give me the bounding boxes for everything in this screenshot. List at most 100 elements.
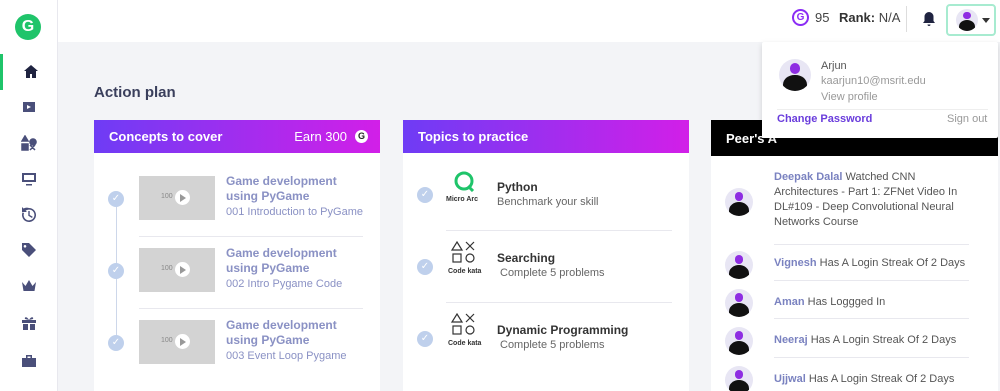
peer-name-link[interactable]: Ujjwal <box>774 373 806 385</box>
divider <box>777 109 988 110</box>
divider <box>774 357 969 358</box>
divider <box>774 318 969 319</box>
video-thumbnail[interactable]: 100 <box>139 176 215 220</box>
play-icon <box>175 334 190 349</box>
rank-value: N/A <box>878 10 901 25</box>
concepts-header: Concepts to cover Earn 300 G <box>94 120 380 153</box>
sidebar-item-videos[interactable] <box>0 89 58 125</box>
topic-subtitle: Complete 5 problems <box>500 339 605 351</box>
avatar <box>725 366 753 391</box>
micro-arc-icon <box>454 171 475 192</box>
check-icon: ✓ <box>417 259 433 275</box>
top-bar: G 95 Rank: N/A <box>58 0 1000 42</box>
topic-title[interactable]: Dynamic Programming <box>497 323 628 337</box>
earn-label: Earn 300 <box>294 129 347 144</box>
briefcase-icon <box>22 355 36 367</box>
icon-label: Code kata <box>448 268 482 275</box>
peer-name-link[interactable]: Aman <box>774 296 805 308</box>
shapes-icon <box>21 135 37 151</box>
concept-title[interactable]: Game development using PyGame <box>226 318 371 348</box>
caret-down-icon <box>982 17 990 23</box>
home-icon <box>23 65 38 78</box>
profile-menu-button[interactable] <box>946 4 996 36</box>
rank: Rank: N/A <box>839 10 900 25</box>
avatar <box>779 59 811 91</box>
icon-label: Micro Arc <box>446 196 479 203</box>
peer-name-link[interactable]: Deepak Dalal <box>774 171 842 183</box>
divider <box>774 280 969 281</box>
divider <box>446 230 672 231</box>
list-item[interactable]: ✓ 100 Game development using PyGame 003 … <box>94 309 380 369</box>
video-thumbnail[interactable]: 100 <box>139 320 215 364</box>
view-profile-link[interactable]: View profile <box>821 91 878 103</box>
avatar <box>725 188 753 216</box>
concept-subtitle: 002 Intro Pygame Code <box>226 278 343 290</box>
sidebar-item-courses[interactable] <box>0 161 58 197</box>
topic-title[interactable]: Python <box>497 180 538 194</box>
topics-header: Topics to practice <box>403 120 689 153</box>
change-password-link[interactable]: Change Password <box>777 113 872 125</box>
gems-value: 95 <box>815 10 830 25</box>
concept-subtitle: 003 Event Loop Pygame <box>226 350 347 362</box>
play-icon <box>175 190 190 205</box>
list-item[interactable]: ✓ Code kata Searching Complete 5 problem… <box>403 237 689 297</box>
divider <box>774 244 969 245</box>
gem-icon: G <box>792 9 809 26</box>
concept-title[interactable]: Game development using PyGame <box>226 246 371 276</box>
list-item[interactable]: ✓ 100 Game development using PyGame 002 … <box>94 237 380 297</box>
activity-text: Vignesh Has A Login Streak Of 2 Days <box>774 257 966 269</box>
page-title: Action plan <box>94 84 176 101</box>
check-icon: ✓ <box>108 263 124 279</box>
profile-name: Arjun <box>821 60 847 72</box>
sidebar-item-leaderboard[interactable] <box>0 268 58 304</box>
earn-badge: Earn 300 G <box>294 129 368 144</box>
video-icon <box>23 102 35 112</box>
list-item[interactable]: ✓ Code kata Dynamic Programming Complete… <box>403 309 689 369</box>
crown-icon <box>22 280 36 291</box>
topics-card: Topics to practice ✓ Micro Arc Python Be… <box>403 120 689 391</box>
sidebar-item-tags[interactable] <box>0 232 58 268</box>
peers-card: Peer's A Deepak Dalal Watched CNN Archit… <box>711 120 998 391</box>
topic-subtitle: Benchmark your skill <box>497 196 599 208</box>
peer-name-link[interactable]: Neeraj <box>774 334 808 346</box>
avatar <box>725 289 753 317</box>
logo[interactable]: G <box>15 14 41 40</box>
history-icon <box>21 207 36 222</box>
activity-text: Neeraj Has A Login Streak Of 2 Days <box>774 334 957 346</box>
topic-title[interactable]: Searching <box>497 251 555 265</box>
sidebar-item-rewards[interactable] <box>0 305 58 341</box>
monitor-icon <box>22 173 36 186</box>
peer-name-link[interactable]: Vignesh <box>774 257 817 269</box>
bell-icon[interactable] <box>922 11 936 32</box>
profile-dropdown: Arjun kaarjun10@msrit.edu View profile C… <box>762 42 998 138</box>
avatar <box>725 327 753 355</box>
concept-title[interactable]: Game development using PyGame <box>226 174 371 204</box>
sidebar-item-history[interactable] <box>0 197 58 233</box>
sidebar-item-jobs[interactable] <box>0 343 58 379</box>
concepts-card: Concepts to cover Earn 300 G ✓ 100 Game … <box>94 120 380 391</box>
profile-email: kaarjun10@msrit.edu <box>821 75 926 87</box>
avatar <box>725 251 753 279</box>
check-icon: ✓ <box>417 331 433 347</box>
activity-text: Ujjwal Has A Login Streak Of 2 Days <box>774 373 955 385</box>
activity-text: Deepak Dalal Watched CNN Architectures -… <box>774 171 958 228</box>
check-icon: ✓ <box>417 187 433 203</box>
gem-icon: G <box>355 130 368 143</box>
sidebar-item-home[interactable] <box>0 54 58 90</box>
sidebar-item-practice[interactable] <box>0 125 58 161</box>
code-kata-icon <box>451 241 475 263</box>
sidebar: G <box>0 0 58 391</box>
check-icon: ✓ <box>108 335 124 351</box>
sign-out-link[interactable]: Sign out <box>947 113 987 125</box>
check-icon: ✓ <box>108 191 124 207</box>
gift-icon <box>22 317 36 330</box>
topics-title: Topics to practice <box>418 129 529 144</box>
divider <box>906 6 907 32</box>
concept-subtitle: 001 Introduction to PyGame <box>226 206 363 218</box>
list-item[interactable]: ✓ 100 Game development using PyGame 001 … <box>94 165 380 225</box>
list-item[interactable]: ✓ Micro Arc Python Benchmark your skill <box>403 164 689 224</box>
video-thumbnail[interactable]: 100 <box>139 248 215 292</box>
activity-text: Aman Has Loggged In <box>774 296 886 308</box>
rank-label: Rank: <box>839 10 876 25</box>
icon-label: Code kata <box>448 340 482 347</box>
